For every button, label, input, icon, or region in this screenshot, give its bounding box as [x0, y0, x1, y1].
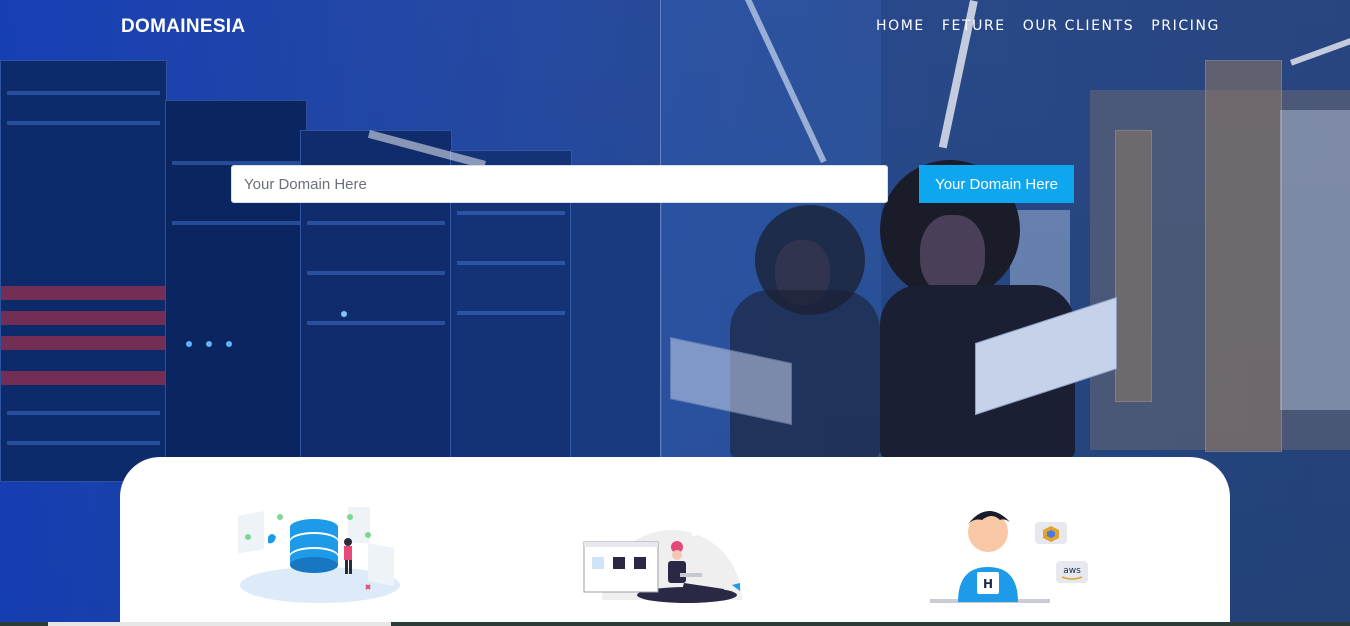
- person-face: [920, 215, 985, 295]
- corridor-window: [1280, 110, 1350, 410]
- feature-item-browser: [582, 505, 752, 610]
- person-with-browser-illustration-icon: [583, 513, 743, 603]
- corridor-door: [1205, 60, 1282, 452]
- brand-logo[interactable]: DOMAINESIA: [121, 16, 245, 38]
- features-card: H aws: [120, 457, 1230, 626]
- domain-search-button[interactable]: Your Domain Here: [919, 165, 1074, 203]
- hero-banner: DOMAINESIA HOME FETURE OUR CLIENTS PRICI…: [0, 0, 1350, 626]
- domain-search-input[interactable]: [231, 165, 888, 203]
- feature-item-database: [230, 497, 400, 612]
- server-rack-image: [570, 170, 662, 462]
- bottom-strip-segment: [48, 622, 391, 626]
- main-nav: HOME FETURE OUR CLIENTS PRICING: [876, 18, 1220, 34]
- developer-cloud-illustration-icon: H aws: [930, 510, 1088, 603]
- feature-item-developer: H aws: [930, 502, 1100, 617]
- nav-home[interactable]: HOME: [876, 18, 925, 34]
- nav-our-clients[interactable]: OUR CLIENTS: [1023, 18, 1135, 34]
- svg-text:H: H: [983, 577, 993, 591]
- server-rack-image: [165, 100, 307, 462]
- aws-badge: aws: [1063, 566, 1081, 576]
- server-rack-image: [0, 60, 167, 482]
- bottom-strip: [0, 622, 1350, 626]
- ceiling-light: [1290, 36, 1350, 66]
- nav-feature[interactable]: FETURE: [942, 18, 1006, 34]
- nav-pricing[interactable]: PRICING: [1151, 18, 1220, 34]
- database-illustration-icon: [238, 507, 400, 603]
- corridor-door: [1115, 130, 1152, 402]
